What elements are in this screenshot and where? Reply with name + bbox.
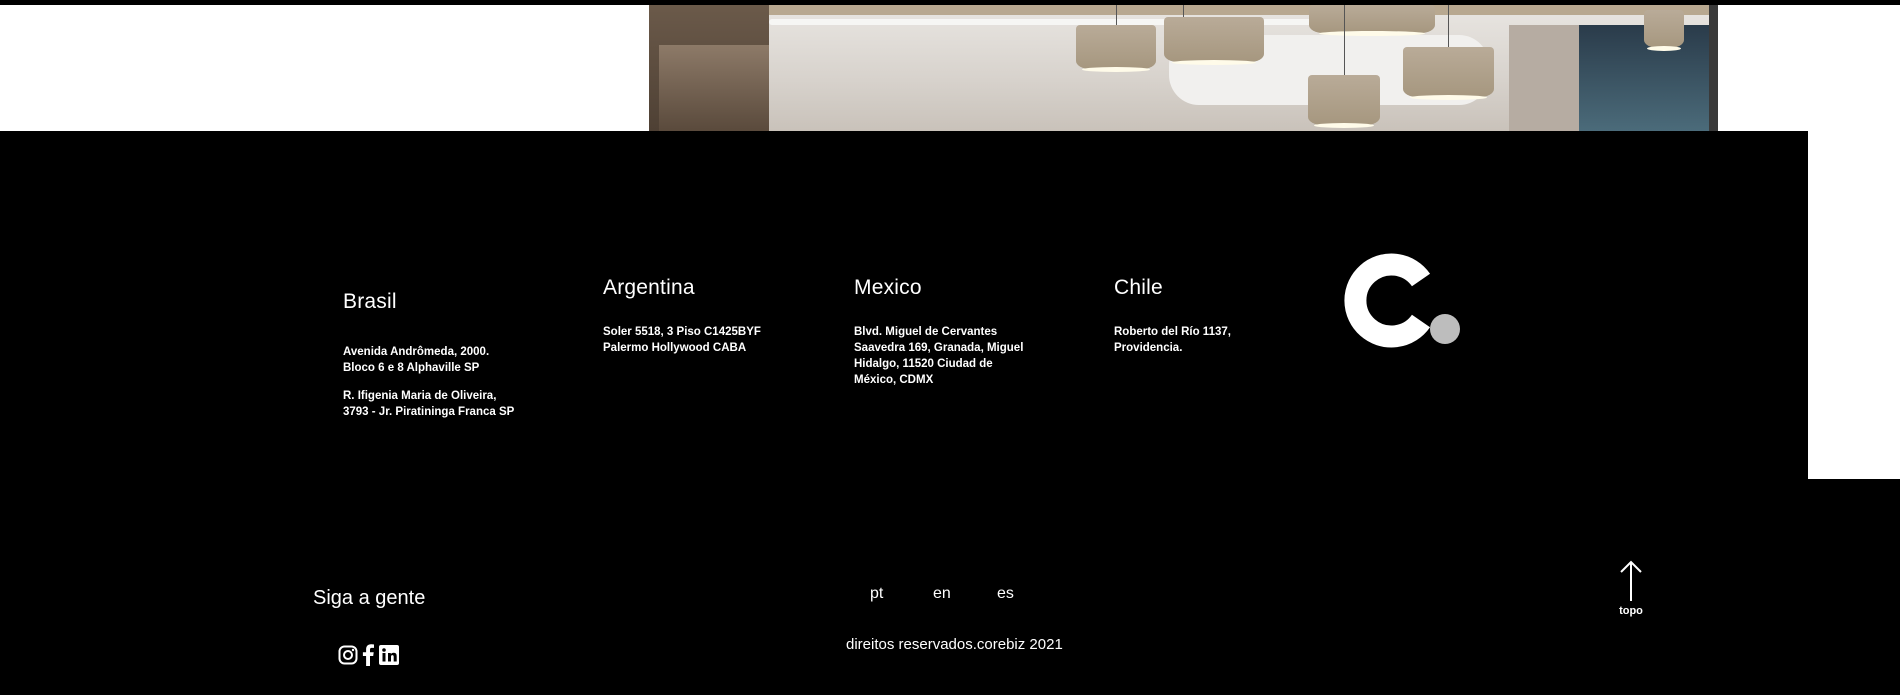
office-address: Blvd. Miguel de Cervantes Saavedra 169, … (854, 326, 1024, 386)
office-argentina: Argentina Soler 5518, 3 Piso C1425BYF Pa… (603, 276, 803, 356)
office-address: Soler 5518, 3 Piso C1425BYF Palermo Holl… (603, 326, 761, 354)
corebiz-logo[interactable] (1338, 253, 1463, 348)
top-white-area (0, 5, 649, 131)
instagram-icon[interactable] (337, 644, 359, 666)
office-country: Chile (1114, 276, 1163, 299)
language-pt[interactable]: pt (870, 585, 883, 603)
arrow-up-icon (1620, 560, 1642, 601)
office-address: Avenida Andrômeda, 2000. Bloco 6 e 8 Alp… (343, 346, 490, 374)
facebook-icon[interactable] (361, 644, 375, 666)
office-address: R. Ifigenia Maria de Oliveira, 3793 - Jr… (343, 390, 515, 418)
back-to-top-label: topo (1619, 605, 1643, 617)
back-to-top-button[interactable]: topo (1608, 560, 1654, 624)
office-brasil: Brasil Avenida Andrômeda, 2000. Bloco 6 … (343, 290, 563, 420)
office-country: Mexico (854, 276, 922, 299)
office-photo (649, 5, 1718, 131)
office-chile: Chile Roberto del Río 1137, Providencia. (1114, 276, 1314, 356)
linkedin-icon[interactable] (378, 644, 400, 666)
page: Brasil Avenida Andrômeda, 2000. Bloco 6 … (0, 0, 1900, 695)
office-mexico: Mexico Blvd. Miguel de Cervantes Saavedr… (854, 276, 1054, 388)
office-country: Brasil (343, 290, 397, 313)
language-es[interactable]: es (997, 585, 1014, 603)
follow-title: Siga a gente (313, 587, 426, 609)
copyright-text: direitos reservados.corebiz 2021 (846, 636, 1063, 653)
office-country: Argentina (603, 276, 695, 299)
office-address: Roberto del Río 1137, Providencia. (1114, 326, 1231, 354)
language-en[interactable]: en (933, 585, 951, 603)
